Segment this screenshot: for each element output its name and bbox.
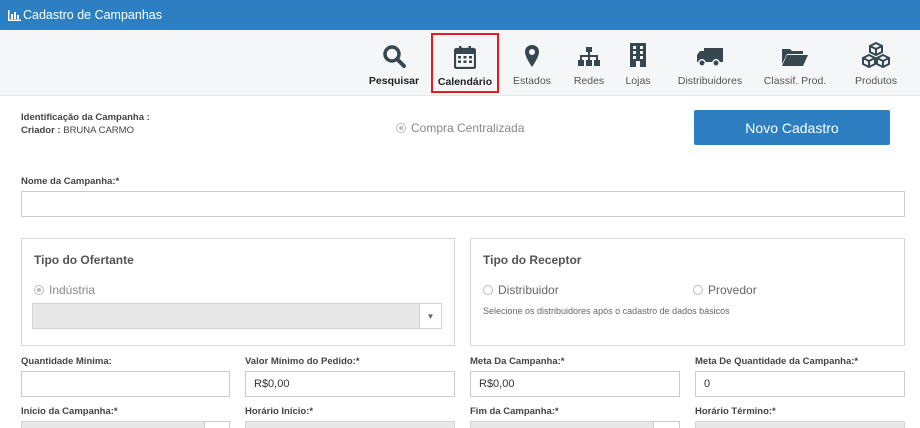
inicio-campanha-picker[interactable]: [204, 421, 230, 428]
window-titlebar: Cadastro de Campanhas: [0, 0, 920, 30]
receptor-hint: Selecione os distribuidores após o cadas…: [483, 306, 730, 316]
fim-campanha-picker[interactable]: [653, 421, 680, 428]
distribuidor-label: Distribuidor: [498, 283, 559, 297]
toolbar-classif-prod[interactable]: Classif. Prod.: [760, 34, 830, 92]
nome-campanha-label: Nome da Campanha:*: [21, 176, 120, 187]
toolbar-label: Classif. Prod.: [763, 75, 827, 87]
horario-termino-input[interactable]: [695, 421, 905, 428]
creator-value: BRUNA CARMO: [63, 125, 134, 136]
compra-centralizada-label: Compra Centralizada: [411, 121, 525, 135]
valor-minimo-label: Valor Mínimo do Pedido:*: [245, 356, 360, 367]
ofertante-select[interactable]: ▼: [32, 303, 442, 329]
meta-quantidade-label: Meta De Quantidade da Campanha:*: [695, 356, 859, 367]
receptor-title: Tipo do Receptor: [483, 253, 582, 267]
industria-label: Indústria: [49, 283, 96, 297]
map-marker-icon: [524, 38, 540, 68]
toolbar-label: Redes: [573, 75, 605, 87]
fim-campanha-input[interactable]: [470, 421, 654, 428]
horario-inicio-label: Horário Início:*: [245, 406, 314, 417]
toolbar-pesquisar[interactable]: Pesquisar: [364, 34, 424, 92]
calendar-icon: [454, 39, 476, 69]
caret-down-icon[interactable]: ▼: [419, 304, 441, 328]
valor-minimo-input[interactable]: R$0,00: [245, 371, 455, 397]
toolbar-label: Pesquisar: [368, 75, 420, 87]
horario-inicio-input[interactable]: [245, 421, 455, 428]
creator-label: Criador :: [21, 125, 61, 136]
quantidade-minima-label: Quantidade Mínima:: [21, 356, 112, 367]
provedor-radio[interactable]: Provedor: [693, 283, 757, 297]
toolbar-label: Calendário: [437, 76, 493, 88]
inicio-campanha-label: Início da Campanha:*: [21, 406, 118, 417]
meta-campanha-label: Meta Da Campanha:*: [470, 356, 565, 367]
distribuidor-radio[interactable]: Distribuidor: [483, 283, 559, 297]
toolbar-produtos[interactable]: Produtos: [846, 34, 906, 92]
search-icon: [382, 38, 406, 68]
toolbar-distribuidores[interactable]: Distribuidores: [672, 34, 748, 92]
ofertante-panel: Tipo do Ofertante Indústria ▼: [21, 238, 455, 346]
ofertante-title: Tipo do Ofertante: [34, 253, 134, 267]
industria-radio[interactable]: Indústria: [34, 283, 95, 297]
radio-unchecked-icon: [483, 285, 493, 295]
compra-centralizada-radio[interactable]: Compra Centralizada: [396, 121, 524, 135]
receptor-panel: Tipo do Receptor Distribuidor Provedor S…: [470, 238, 905, 346]
toolbar-label: Produtos: [854, 75, 898, 87]
radio-unchecked-icon: [693, 285, 703, 295]
toolbar-calendario[interactable]: Calendário: [431, 33, 499, 93]
toolbar-label: Lojas: [625, 75, 651, 87]
folder-open-icon: [781, 38, 809, 68]
sitemap-icon: [577, 38, 601, 68]
inicio-campanha-input[interactable]: [21, 421, 205, 428]
novo-cadastro-button[interactable]: Novo Cadastro: [694, 110, 890, 145]
building-icon: [629, 38, 647, 68]
campaign-identification-label: Identificação da Campanha :: [21, 112, 150, 123]
truck-icon: [696, 38, 724, 68]
horario-termino-label: Horário Término:*: [695, 406, 776, 417]
creator-line: Criador : BRUNA CARMO: [21, 125, 134, 136]
toolbar-redes[interactable]: Redes: [568, 34, 610, 92]
radio-checked-icon: [396, 123, 406, 133]
window-title: Cadastro de Campanhas: [23, 8, 162, 22]
toolbar-label: Distribuidores: [677, 75, 743, 87]
meta-campanha-input[interactable]: R$0,00: [470, 371, 680, 397]
toolbar-estados[interactable]: Estados: [507, 34, 557, 92]
toolbar-label: Estados: [513, 75, 551, 87]
toolbar: Pesquisar Calendário Estados Redes Lojas…: [0, 30, 920, 96]
bar-chart-icon: [8, 9, 21, 21]
toolbar-lojas[interactable]: Lojas: [620, 34, 656, 92]
fim-campanha-label: Fim da Campanha:*: [470, 406, 559, 417]
meta-quantidade-input[interactable]: 0: [695, 371, 905, 397]
quantidade-minima-input[interactable]: [21, 371, 230, 397]
provedor-label: Provedor: [708, 283, 757, 297]
radio-checked-icon: [34, 285, 44, 295]
cubes-icon: [862, 38, 890, 68]
nome-campanha-input[interactable]: [21, 191, 905, 217]
